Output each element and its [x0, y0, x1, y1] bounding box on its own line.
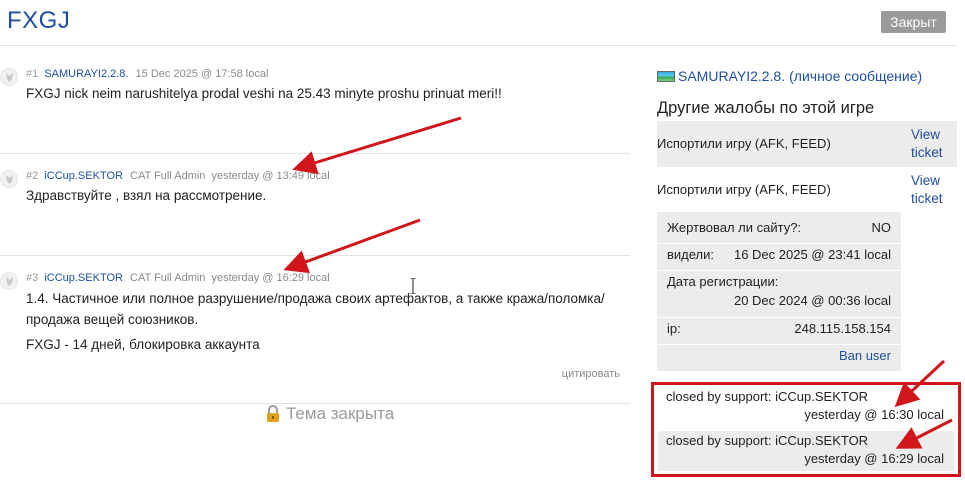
- country-flag-icon: [657, 70, 675, 82]
- info-value: NO: [871, 220, 892, 235]
- private-message-link[interactable]: (личное сообщение): [789, 68, 922, 84]
- page-header: FXGJ Закрыт: [0, 0, 957, 46]
- avatar[interactable]: [0, 170, 18, 188]
- text-cursor-icon: [410, 278, 416, 294]
- info-ip: ip: 248.115.158.154: [667, 321, 891, 341]
- complaint-row: Испортили игру (AFK, FEED) View ticket: [657, 121, 957, 167]
- post-message: Здравствуйте , взял на рассмотрение.: [26, 188, 267, 203]
- post-timestamp: 15 Dec 2025 @ 17:58 local: [135, 68, 269, 80]
- post-author-link[interactable]: iCCup.SEKTOR: [44, 272, 123, 284]
- post-message-punishment: FXGJ - 14 дней, блокировка аккаунта: [26, 337, 260, 352]
- topic-closed-text: Тема закрыта: [286, 404, 395, 423]
- complaint-label: Испортили игру (AFK, FEED): [657, 182, 831, 197]
- shield-icon: [6, 277, 13, 286]
- divider: [657, 243, 901, 244]
- post-author-role: CAT Full Admin: [130, 170, 206, 182]
- sidebar-user-link[interactable]: SAMURAYI2.2.8.: [678, 68, 785, 84]
- post-meta: #1 SAMURAYI2.2.8. 15 Dec 2025 @ 17:58 lo…: [26, 68, 268, 80]
- divider: [657, 317, 901, 318]
- closed-time: yesterday @ 16:30 local: [804, 407, 944, 422]
- info-donated: Жертвовал ли сайту?: NO: [667, 220, 891, 240]
- info-value: 16 Dec 2025 @ 23:41 local: [733, 247, 891, 262]
- post-timestamp: yesterday @ 13:49 local: [211, 170, 330, 182]
- sidebar-user: SAMURAYI2.2.8. (личное сообщение): [657, 68, 922, 84]
- info-label: ip:: [667, 321, 681, 336]
- closed-by: closed by support: iCCup.SEKTOR: [666, 389, 869, 404]
- post-2: #2 iCCup.SEKTOR CAT Full Admin yesterday…: [0, 164, 630, 256]
- avatar[interactable]: [0, 68, 18, 86]
- post-author-role: CAT Full Admin: [130, 272, 206, 284]
- closed-history-highlight: closed by support: iCCup.SEKTOR yesterda…: [651, 382, 961, 477]
- post-number[interactable]: #1: [26, 68, 38, 80]
- other-complaints-title: Другие жалобы по этой игре: [657, 99, 875, 117]
- user-info-box: Жертвовал ли сайту?: NO видели: 16 Dec 2…: [657, 212, 901, 371]
- closed-status-badge: Закрыт: [881, 11, 946, 33]
- post-meta: #2 iCCup.SEKTOR CAT Full Admin yesterday…: [26, 170, 330, 182]
- post-meta: #3 iCCup.SEKTOR CAT Full Admin yesterday…: [26, 272, 330, 284]
- post-author-link[interactable]: SAMURAYI2.2.8.: [44, 68, 128, 80]
- ban-user-link[interactable]: Ban user: [839, 348, 891, 363]
- post-number[interactable]: #3: [26, 272, 38, 284]
- post-3: #3 iCCup.SEKTOR CAT Full Admin yesterday…: [0, 266, 630, 404]
- lock-icon: [265, 405, 281, 423]
- divider: [657, 344, 901, 345]
- closed-time: yesterday @ 16:29 local: [804, 451, 944, 466]
- view-ticket-link[interactable]: View ticket: [911, 172, 955, 208]
- post-author-link[interactable]: iCCup.SEKTOR: [44, 170, 123, 182]
- info-last-seen: видели: 16 Dec 2025 @ 23:41 local: [667, 247, 891, 267]
- topic-closed-notice: Тема закрыта: [265, 404, 394, 424]
- info-registered: Дата регистрации: 20 Dec 2024 @ 00:36 lo…: [667, 274, 891, 314]
- info-value: 248.115.158.154: [794, 321, 891, 336]
- post-timestamp: yesterday @ 16:29 local: [211, 272, 330, 284]
- post-message: 1.4. Частичное или полное разрушение/про…: [26, 291, 605, 327]
- view-ticket-link[interactable]: View ticket: [911, 126, 955, 162]
- info-label: Дата регистрации:: [667, 274, 779, 289]
- divider: [657, 270, 901, 271]
- post-1: #1 SAMURAYI2.2.8. 15 Dec 2025 @ 17:58 lo…: [0, 62, 630, 154]
- shield-icon: [6, 175, 13, 184]
- post-number[interactable]: #2: [26, 170, 38, 182]
- closed-entry: closed by support: iCCup.SEKTOR yesterda…: [658, 431, 954, 471]
- avatar[interactable]: [0, 272, 18, 290]
- info-label: Жертвовал ли сайту?:: [667, 220, 802, 235]
- info-label: видели:: [667, 247, 715, 262]
- post-message: FXGJ nick neim narushitelya prodal veshi…: [26, 86, 502, 101]
- complaint-row: Испортили игру (AFK, FEED) View ticket: [657, 167, 957, 213]
- shield-icon: [6, 73, 13, 82]
- closed-by: closed by support: iCCup.SEKTOR: [666, 433, 869, 448]
- closed-entry: closed by support: iCCup.SEKTOR yesterda…: [658, 387, 954, 427]
- info-value: 20 Dec 2024 @ 00:36 local: [733, 293, 891, 308]
- page-title: FXGJ: [7, 7, 71, 34]
- quote-link[interactable]: цитировать: [562, 368, 620, 380]
- complaint-label: Испортили игру (AFK, FEED): [657, 136, 831, 151]
